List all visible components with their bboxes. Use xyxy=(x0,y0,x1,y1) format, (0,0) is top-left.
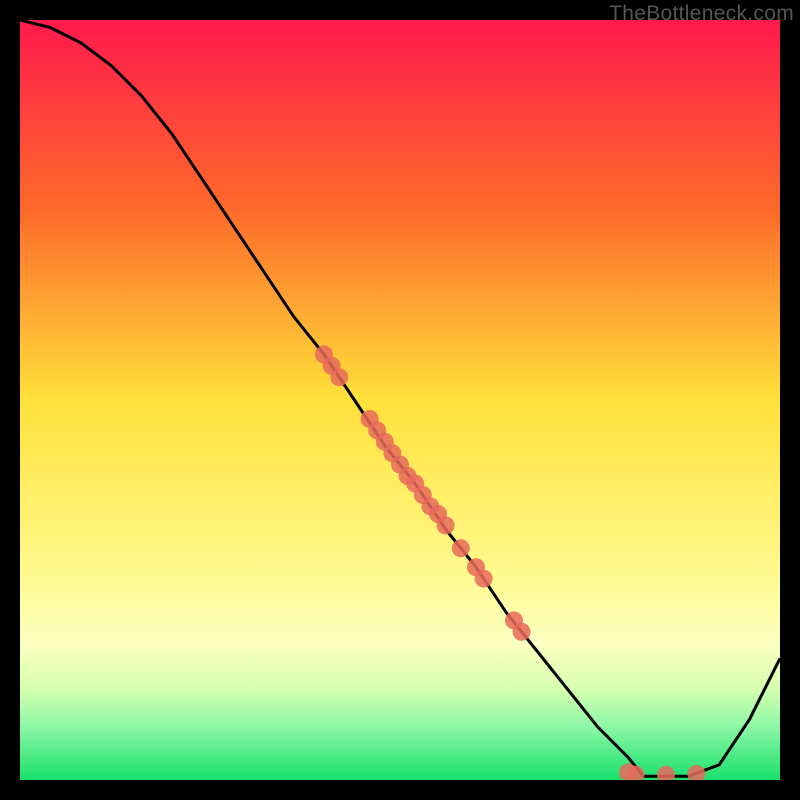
marker-point xyxy=(513,623,531,641)
watermark-text: TheBottleneck.com xyxy=(609,2,794,26)
plot-area xyxy=(20,20,780,780)
gradient-background xyxy=(20,20,780,780)
marker-point xyxy=(452,539,470,557)
marker-point xyxy=(437,516,455,534)
marker-point xyxy=(475,570,493,588)
outer-frame: TheBottleneck.com xyxy=(0,0,800,800)
marker-point xyxy=(330,368,348,386)
chart-svg xyxy=(20,20,780,780)
